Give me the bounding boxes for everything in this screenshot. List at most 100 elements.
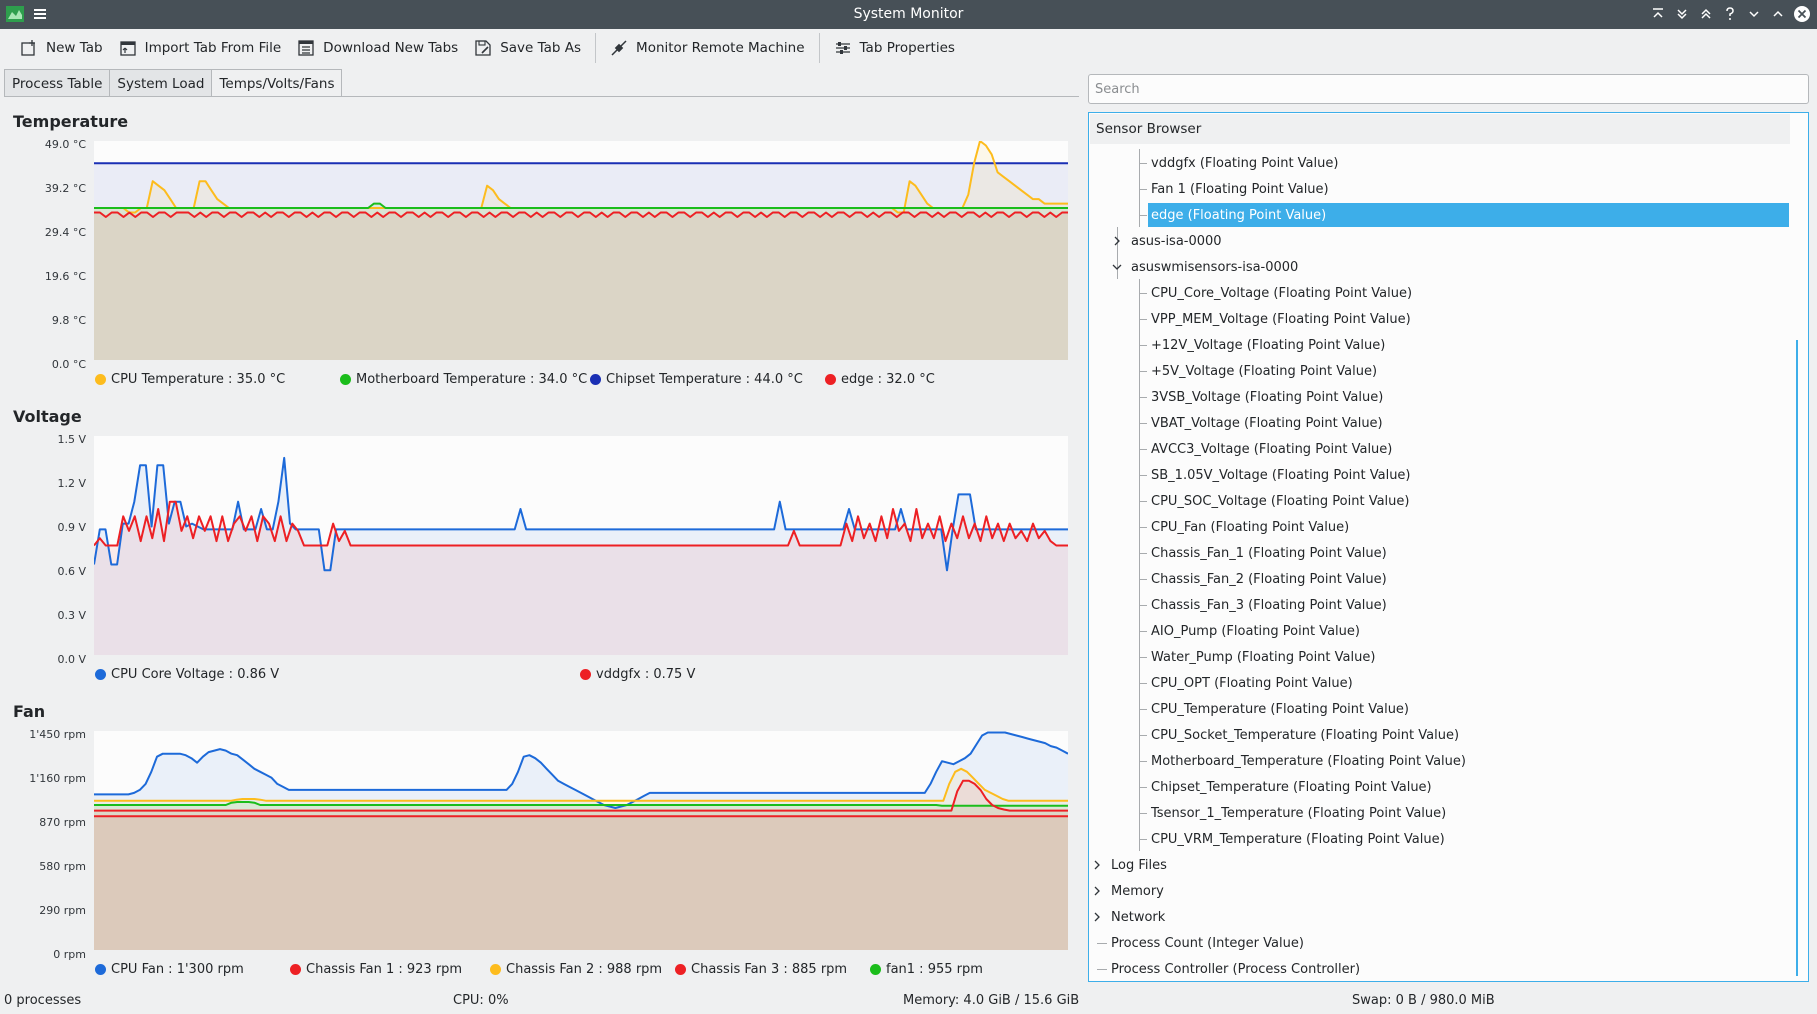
shade-icon[interactable] [1697,4,1715,24]
tree-branch-line [1139,605,1147,606]
tree-item[interactable]: edge (Floating Point Value) [1148,203,1789,227]
tree-branch-line [1139,553,1147,554]
tree-item[interactable]: +12V_Voltage (Floating Point Value) [1148,333,1385,357]
search-input[interactable] [1088,74,1809,104]
tree-item[interactable]: CPU_Socket_Temperature (Floating Point V… [1148,723,1459,747]
legend-item: edge : 32.0 °C [825,372,935,387]
legend-item: fan1 : 955 rpm [870,962,983,977]
monitor-remote-button[interactable]: Monitor Remote Machine [602,33,813,63]
tree-item[interactable]: Fan 1 (Floating Point Value) [1148,177,1329,201]
tree-item[interactable]: asus-isa-0000 [1128,229,1222,253]
legend-label: CPU Fan : 1'300 rpm [111,962,244,977]
y-tick-label: 870 rpm [39,816,86,829]
chevron-right-icon[interactable] [1091,885,1103,897]
toolbar-separator [595,33,597,63]
tree-branch-line [1139,279,1140,305]
help-icon[interactable] [1721,4,1739,24]
toolbar: New Tab Import Tab From File Download Ne… [0,30,1817,66]
tree-item[interactable]: CPU_VRM_Temperature (Floating Point Valu… [1148,827,1445,851]
tree-item[interactable]: Chassis_Fan_2 (Floating Point Value) [1148,567,1387,591]
tree-item[interactable]: Memory [1108,879,1164,903]
tree-item[interactable]: VPP_MEM_Voltage (Floating Point Value) [1148,307,1411,331]
download-tabs-button[interactable]: Download New Tabs [289,33,466,63]
tree-branch-line [1139,527,1147,528]
tree-item[interactable]: Water_Pump (Floating Point Value) [1148,645,1375,669]
tree-item[interactable]: SB_1.05V_Voltage (Floating Point Value) [1148,463,1411,487]
legend-item: Chassis Fan 1 : 923 rpm [290,962,462,977]
keep-below-icon[interactable] [1673,4,1691,24]
temperature-chart: Temperature 49.0 °C 39.2 °C 29.4 °C 19.6 °C… [0,108,1080,393]
minimize-icon[interactable] [1745,4,1763,24]
legend-dot-icon [290,964,301,975]
new-tab-button[interactable]: New Tab [12,33,111,63]
tree-item[interactable]: Chipset_Temperature (Floating Point Valu… [1148,775,1432,799]
tree-item[interactable]: Chassis_Fan_3 (Floating Point Value) [1148,593,1387,617]
tree-item[interactable]: CPU_Core_Voltage (Floating Point Value) [1148,281,1412,305]
legend-label: CPU Temperature : 35.0 °C [111,372,286,387]
tree-item[interactable]: AIO_Pump (Floating Point Value) [1148,619,1360,643]
tree-item[interactable]: Tsensor_1_Temperature (Floating Point Va… [1148,801,1446,825]
series-area [94,212,1068,360]
legend-item: Chassis Fan 3 : 885 rpm [675,962,847,977]
tab-temps-volts-fans[interactable]: Temps/Volts/Fans [211,69,343,97]
tree-branch-line [1139,357,1140,383]
tab-properties-button[interactable]: Tab Properties [826,33,963,63]
tree-branch-line [1139,813,1147,814]
tab-process-table[interactable]: Process Table [4,69,111,97]
y-tick-label: 29.4 °C [44,226,86,239]
tree-branch-line [1139,331,1140,357]
tree-item[interactable]: Network [1108,905,1165,929]
tree-item[interactable]: Chassis_Fan_1 (Floating Point Value) [1148,541,1387,565]
tree-branch-line [1139,695,1140,721]
tree-item[interactable]: 3VSB_Voltage (Floating Point Value) [1148,385,1383,409]
tree-branch-line [1139,189,1147,190]
voltage-chart: Voltage 1.5 V 1.2 V 0.9 V 0.6 V 0.3 V 0.0 V C… [0,403,1080,688]
chart-title: Voltage [13,407,82,426]
cpu-usage: CPU: 0% [453,993,509,1008]
sensor-browser-header[interactable]: Sensor Browser [1090,114,1790,144]
tree-branch-line [1139,435,1140,461]
tree-item[interactable]: AVCC3_Voltage (Floating Point Value) [1148,437,1392,461]
tree-item[interactable]: CPU_SOC_Voltage (Floating Point Value) [1148,489,1409,513]
tree-item[interactable]: +5V_Voltage (Floating Point Value) [1148,359,1377,383]
tree-branch-line [1139,825,1140,851]
tree-item[interactable]: VBAT_Voltage (Floating Point Value) [1148,411,1383,435]
tree-item[interactable]: CPU_OPT (Floating Point Value) [1148,671,1353,695]
legend-dot-icon [95,964,106,975]
chevron-right-icon[interactable] [1091,859,1103,871]
scrollbar[interactable] [1796,340,1798,976]
tree-branch-line [1139,461,1140,487]
maximize-icon[interactable] [1769,4,1787,24]
tree-branch-line [1139,215,1147,216]
sensor-browser-tree[interactable]: Sensor Browser vddgfx (Floating Point Va… [1088,112,1809,982]
save-as-icon [475,40,491,56]
tree-item[interactable]: CPU_Fan (Floating Point Value) [1148,515,1349,539]
chevron-right-icon[interactable] [1091,911,1103,923]
tab-divider [4,96,1079,97]
chart-svg [94,141,1068,360]
y-tick-label: 0.9 V [57,521,86,534]
legend-label: CPU Core Voltage : 0.86 V [111,667,280,682]
tree-branch-line [1139,565,1140,591]
tree-item[interactable]: CPU_Temperature (Floating Point Value) [1148,697,1409,721]
close-icon[interactable] [1793,4,1811,24]
tab-system-load[interactable]: System Load [109,69,213,97]
chevron-right-icon[interactable] [1111,235,1123,247]
legend-label: edge : 32.0 °C [841,372,935,387]
tree-branch-line [1139,735,1147,736]
tree-item[interactable]: Motherboard_Temperature (Floating Point … [1148,749,1466,773]
tree-item[interactable]: vddgfx (Floating Point Value) [1148,151,1338,175]
download-tabs-label: Download New Tabs [323,40,459,56]
keep-above-icon[interactable] [1649,4,1667,24]
import-tab-button[interactable]: Import Tab From File [111,33,290,63]
legend-item: CPU Fan : 1'300 rpm [95,962,244,977]
y-tick-label: 1.2 V [57,477,86,490]
tree-branch-line [1139,839,1147,840]
chevron-down-icon[interactable] [1111,261,1123,273]
save-tab-as-button[interactable]: Save Tab As [466,33,589,63]
tree-item[interactable]: Process Controller (Process Controller) [1108,957,1360,981]
tree-item[interactable]: Log Files [1108,853,1167,877]
tree-item[interactable]: asuswmisensors-isa-0000 [1128,255,1298,279]
tree-item[interactable]: Process Count (Integer Value) [1108,931,1304,955]
y-tick-label: 1'450 rpm [29,728,86,741]
